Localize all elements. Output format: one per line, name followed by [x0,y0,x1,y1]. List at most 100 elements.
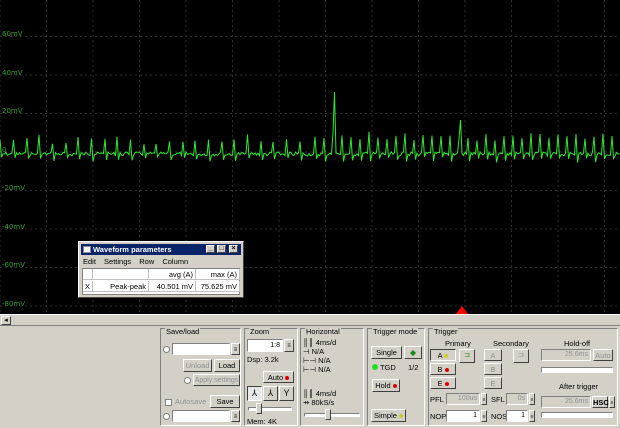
window-menubar: Edit Settings Row Column [83,257,194,266]
simple-button[interactable]: Simple [371,409,406,422]
marker-tool-icon[interactable]: Y [279,386,294,401]
menu-column[interactable]: Column [162,257,188,266]
single-button[interactable]: Single [371,346,402,359]
file-list-button[interactable]: ≡ [231,343,240,355]
scroll-left-button[interactable]: ◂ [1,316,11,325]
autosave-checkbox[interactable] [165,399,172,406]
holdoff-auto-button[interactable]: Auto [593,349,613,361]
save-file-field[interactable] [172,410,230,422]
samplerate-value: 80kS/s [311,398,335,407]
memory-readout: Mem: 4K [247,417,278,426]
load-file-field[interactable] [172,343,230,355]
sfl-field[interactable]: 0s [506,393,528,405]
maximize-button[interactable]: □ [217,245,226,253]
parameters-table: avg (A) max (A) X Peak-peak 40.501 mV 75… [82,268,240,295]
y-axis-label: -40mV [2,222,26,231]
after-trigger-label: After trigger [559,382,599,391]
after-trigger-spin-button[interactable]: ≡ [609,396,615,408]
primary-b-label: B [437,365,443,374]
run-icon[interactable]: ◆ [404,346,422,359]
cursor-tool-icon[interactable]: ⅄ [247,386,262,401]
y-axis-label: -80mV [2,299,26,308]
hold-button[interactable]: Hold [372,379,400,392]
zoom-slider-thumb[interactable] [256,403,262,414]
secondary-slope-icon[interactable]: ⊐ [513,349,529,363]
after-trigger-field[interactable]: 25.6ms [541,396,591,408]
zoom-spin-button[interactable]: ≡ [284,339,294,352]
primary-a-button[interactable]: A [430,349,456,361]
h-timebase-row: ║║ 4ms/d [303,389,337,398]
h-value-3: N/A [318,356,331,365]
save-slot-radio[interactable] [163,346,170,353]
window-icon [83,246,91,253]
load-button[interactable]: Load [214,359,240,372]
horizontal-scrollbar[interactable]: ◂ [0,314,620,326]
hold-led-icon [392,384,397,388]
y-axis-label: 60mV [2,30,23,38]
row-marker[interactable]: X [83,281,93,292]
primary-e-label: E [437,379,443,388]
holdoff-slider[interactable] [541,367,613,373]
trigger-mode-group: Trigger mode Single ◆ TGD 1/2 Hold Simpl… [367,327,425,426]
nop-spin-button[interactable]: ≡ [481,410,487,422]
y-axis-label: -60mV [2,261,26,269]
y-axis-label: 40mV [2,68,23,77]
menu-edit[interactable]: Edit [83,257,96,266]
pfl-spin-button[interactable]: ≡ [481,393,487,405]
primary-b-button[interactable]: B [430,363,456,375]
pfl-field[interactable]: 100us [446,393,480,405]
minimize-button[interactable]: _ [206,245,215,253]
holdoff-field[interactable]: 25.6ms [541,349,591,361]
header-cell [93,269,149,280]
zoom-group: Zoom 1:8 ≡ Dsp: 3.2k Auto ⅄ ⅄ Y Mem: 4K [244,327,298,426]
zoom-auto-button[interactable]: Auto [263,371,294,383]
h-row-4: ⊢⊣ N/A [303,365,331,374]
column-header-max[interactable]: max (A) [196,269,240,280]
max-value: 75.625 mV [196,281,240,292]
save-button[interactable]: Save [210,395,240,408]
zoom-ratio-value: 1:8 [270,342,280,349]
nop-label: NOP [430,412,447,421]
apply-settings-radio[interactable] [184,377,191,384]
trigger-mode-title: Trigger mode [372,327,419,336]
waveform-parameters-window[interactable]: Waveform parameters _ □ × Edit Settings … [78,241,244,298]
trigger-title: Trigger [433,327,459,336]
save-list-button[interactable]: ≡ [231,410,240,422]
trigger-ratio: 1/2 [408,363,419,372]
secondary-b-button[interactable]: B [484,363,502,375]
h-row-3: ⊢⊣ N/A [303,356,331,365]
nos-field[interactable]: 1 [506,410,528,422]
menu-settings[interactable]: Settings [104,257,131,266]
secondary-e-button[interactable]: E [484,377,502,389]
sfl-spin-button[interactable]: ≡ [529,393,535,405]
window-titlebar[interactable]: Waveform parameters _ □ × [81,244,241,255]
apply-settings-button[interactable]: Apply settings [193,374,240,386]
column-header-avg[interactable]: avg (A) [149,269,196,280]
close-button[interactable]: × [229,245,238,253]
zoom-ratio-field[interactable]: 1:8 [247,339,283,352]
primary-slope-icon[interactable]: ⊐ [459,349,475,363]
nos-spin-button[interactable]: ≡ [529,410,535,422]
zoom-slider[interactable] [248,407,292,411]
secondary-a-button[interactable]: A [484,349,502,361]
after-trigger-slider[interactable] [541,412,613,418]
horizontal-group: Horizontal ║║ 4ms/d ⊣ N/A ⊢⊣ N/A ⊢⊣ N/A … [300,327,364,426]
e-led-icon [444,382,449,386]
save-target-radio[interactable] [163,413,170,420]
pfl-label: PFL [430,395,444,404]
zoom-tool-icon[interactable]: ⅄ [263,386,278,401]
timebase-slider[interactable] [304,413,360,417]
timebase-slider-thumb[interactable] [325,409,331,420]
autosave-label: Autosave [175,397,207,406]
unload-button[interactable]: Unload [183,359,212,372]
menu-row[interactable]: Row [139,257,154,266]
primary-e-button[interactable]: E [430,377,456,389]
corner-cell [83,269,93,280]
simple-led-icon [399,414,404,418]
hsc-button[interactable]: HSC [592,396,609,408]
control-panel: Save/load ≡ Unload Load Apply settings A… [0,326,620,428]
nop-field[interactable]: 1 [446,410,480,422]
window-title: Waveform parameters [93,245,172,254]
trigger-group: Trigger Primary Secondary Hold-off A B E… [428,327,618,426]
row-label[interactable]: Peak-peak [93,281,149,292]
